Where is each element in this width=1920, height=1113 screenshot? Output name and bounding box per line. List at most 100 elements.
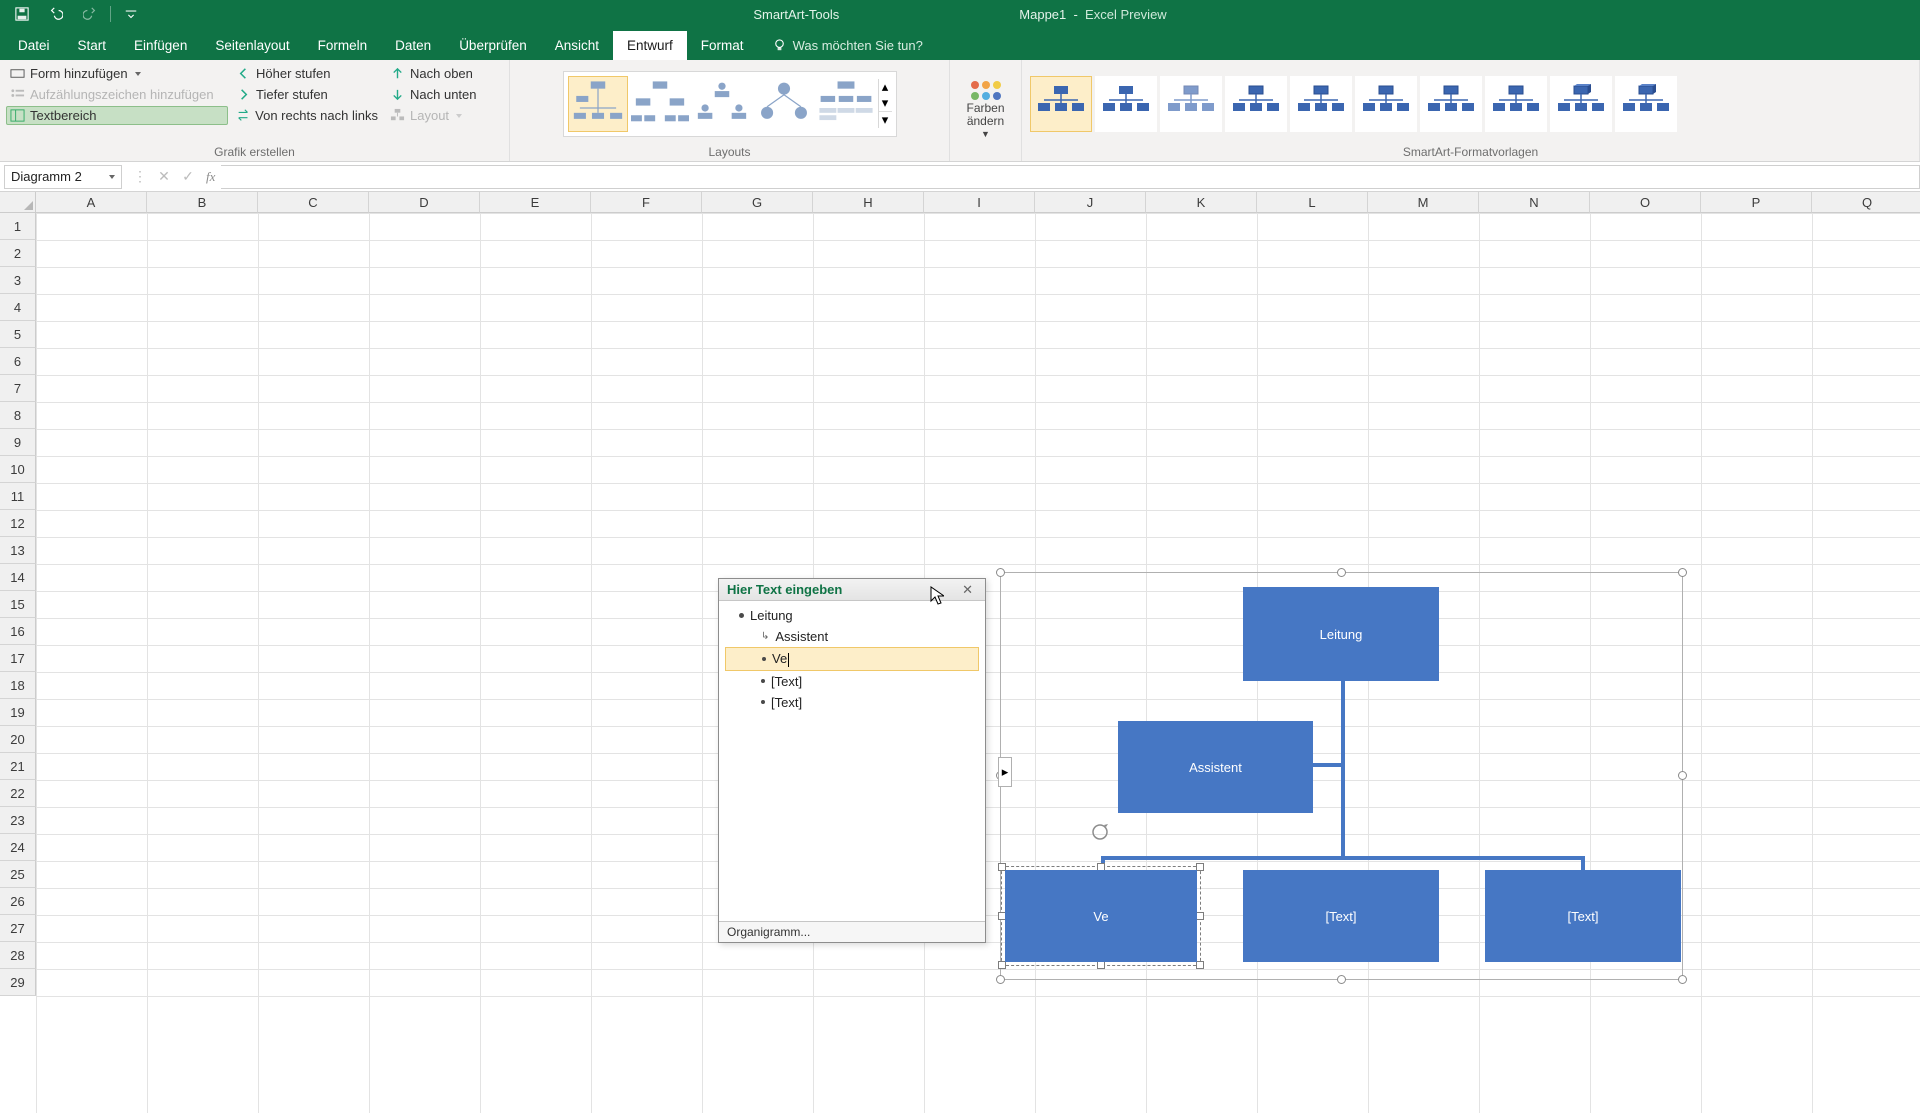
tab-einfuegen[interactable]: Einfügen [120,31,201,60]
col-header[interactable]: H [813,192,924,213]
col-header[interactable]: A [36,192,147,213]
row-header[interactable]: 25 [0,861,36,888]
style-option[interactable] [1160,76,1222,132]
row-header[interactable]: 24 [0,834,36,861]
row-header[interactable]: 23 [0,807,36,834]
text-pane-toggle[interactable]: Textbereich [6,106,228,125]
gallery-scroll-up[interactable]: ▴ [879,79,892,95]
move-up-button[interactable]: Nach oben [386,64,496,83]
promote-button[interactable]: Höher stufen [232,64,382,83]
row-header[interactable]: 15 [0,591,36,618]
add-shape-button[interactable]: Form hinzufügen [6,64,228,83]
style-option[interactable] [1615,76,1677,132]
row-header[interactable]: 5 [0,321,36,348]
row-header[interactable]: 4 [0,294,36,321]
qat-undo-button[interactable] [42,3,70,25]
col-header[interactable]: G [702,192,813,213]
layout-option-3[interactable] [692,76,752,132]
row-header[interactable]: 6 [0,348,36,375]
row-header[interactable]: 7 [0,375,36,402]
style-option[interactable] [1420,76,1482,132]
layout-option-1[interactable] [568,76,628,132]
tell-me-search[interactable]: Was möchten Sie tun? [758,31,937,60]
row-header[interactable]: 20 [0,726,36,753]
col-header[interactable]: E [480,192,591,213]
style-option[interactable] [1485,76,1547,132]
row-header[interactable]: 22 [0,780,36,807]
col-header[interactable]: N [1479,192,1590,213]
text-pane[interactable]: Hier Text eingeben✕ Leitung ↳Assistent V… [718,578,986,943]
name-box[interactable]: Diagramm 2 [4,165,122,189]
row-header[interactable]: 10 [0,456,36,483]
row-header[interactable]: 2 [0,240,36,267]
qat-customize-button[interactable] [117,3,145,25]
tab-daten[interactable]: Daten [381,31,445,60]
col-header[interactable]: O [1590,192,1701,213]
col-header[interactable]: C [258,192,369,213]
style-option[interactable] [1550,76,1612,132]
node-ve[interactable]: Ve [1005,870,1197,962]
node-leitung[interactable]: Leitung [1243,587,1439,681]
style-option[interactable] [1095,76,1157,132]
style-option[interactable] [1290,76,1352,132]
layout-option-5[interactable] [816,76,876,132]
col-header[interactable]: K [1146,192,1257,213]
row-header[interactable]: 19 [0,699,36,726]
formula-input[interactable] [221,165,1920,189]
row-header[interactable]: 29 [0,969,36,996]
tp-item-ve-editing[interactable]: Ve [725,647,979,671]
node-text-1[interactable]: [Text] [1243,870,1439,962]
tab-ueberpruefen[interactable]: Überprüfen [445,31,541,60]
smartart-canvas[interactable]: Leitung Assistent Ve [Text] [Text] [1000,572,1683,980]
layout-option-2[interactable] [630,76,690,132]
row-header[interactable]: 11 [0,483,36,510]
row-header[interactable]: 17 [0,645,36,672]
tab-format[interactable]: Format [687,31,758,60]
tab-datei[interactable]: Datei [4,31,64,60]
change-colors-button[interactable]: Farbenändern ▼ [957,79,1015,142]
row-header[interactable]: 1 [0,213,36,240]
row-header[interactable]: 13 [0,537,36,564]
tab-ansicht[interactable]: Ansicht [541,31,613,60]
col-header[interactable]: I [924,192,1035,213]
tp-item-assistent[interactable]: ↳Assistent [725,626,979,647]
tp-item-text-2[interactable]: [Text] [725,692,979,713]
row-header[interactable]: 12 [0,510,36,537]
row-header[interactable]: 18 [0,672,36,699]
col-header[interactable]: Q [1812,192,1920,213]
select-all-corner[interactable] [0,192,36,213]
row-header[interactable]: 8 [0,402,36,429]
col-header[interactable]: J [1035,192,1146,213]
col-header[interactable]: F [591,192,702,213]
row-header[interactable]: 26 [0,888,36,915]
style-option[interactable] [1355,76,1417,132]
style-option[interactable] [1030,76,1092,132]
qat-save-button[interactable] [8,3,36,25]
col-header[interactable]: M [1368,192,1479,213]
row-header[interactable]: 3 [0,267,36,294]
layout-option-4[interactable] [754,76,814,132]
tab-formeln[interactable]: Formeln [304,31,382,60]
node-text-2[interactable]: [Text] [1485,870,1681,962]
textpane-close-button[interactable]: ✕ [958,579,977,600]
styles-gallery[interactable] [1028,74,1679,134]
gallery-more[interactable]: ▾ [879,111,892,128]
row-header[interactable]: 16 [0,618,36,645]
demote-button[interactable]: Tiefer stufen [232,85,382,104]
layouts-gallery[interactable]: ▴ ▾ ▾ [563,71,897,137]
row-header[interactable]: 28 [0,942,36,969]
col-header[interactable]: L [1257,192,1368,213]
qat-redo-button[interactable] [76,3,104,25]
col-header[interactable]: B [147,192,258,213]
tab-start[interactable]: Start [64,31,121,60]
tab-seitenlayout[interactable]: Seitenlayout [201,31,303,60]
rotate-handle-icon[interactable] [1089,821,1111,843]
row-header[interactable]: 27 [0,915,36,942]
tab-entwurf[interactable]: Entwurf [613,31,687,60]
tp-item-text-1[interactable]: [Text] [725,671,979,692]
col-header[interactable]: P [1701,192,1812,213]
tp-item-leitung[interactable]: Leitung [725,605,979,626]
row-header[interactable]: 21 [0,753,36,780]
node-assistent[interactable]: Assistent [1118,721,1313,813]
col-header[interactable]: D [369,192,480,213]
